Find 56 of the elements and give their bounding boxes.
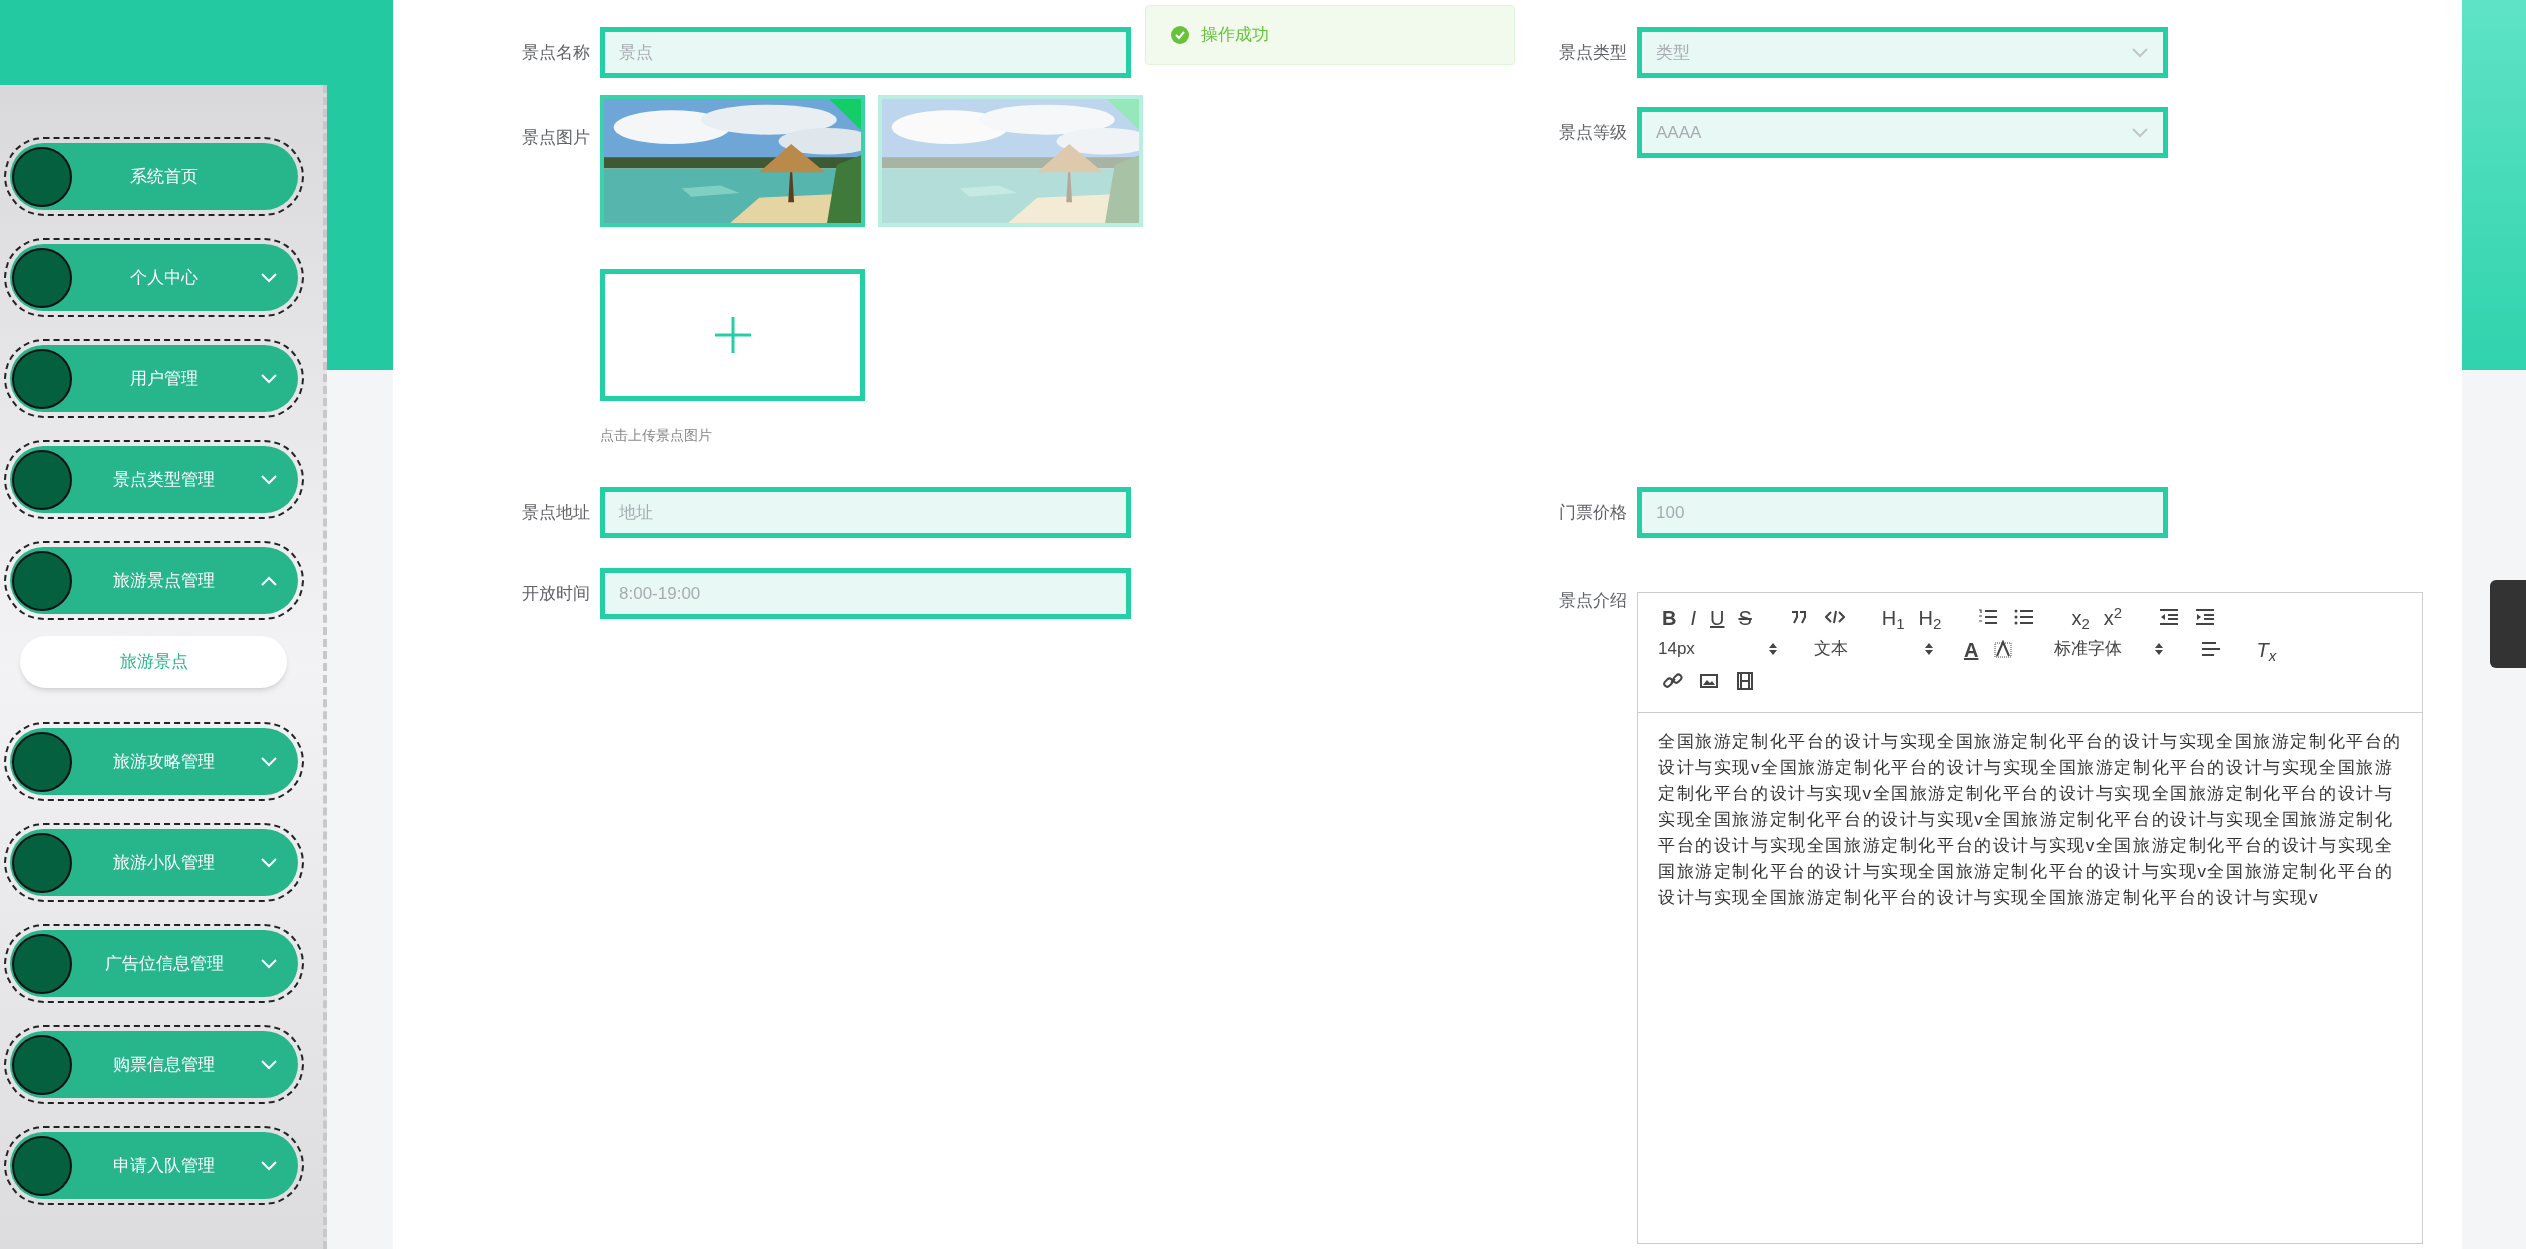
- field-label: 景点等级: [1558, 121, 1628, 144]
- menu-label: 旅游景点管理: [112, 569, 216, 592]
- chevron-icon: [2131, 127, 2149, 138]
- font-family-picker[interactable]: 标准字体: [2054, 636, 2123, 662]
- menu-label: 购票信息管理: [112, 1053, 216, 1076]
- heading-picker[interactable]: 文本: [1814, 636, 1848, 662]
- chevron-icon: [260, 857, 278, 868]
- chevron-icon: [260, 1059, 278, 1070]
- heading-one-button[interactable]: H$_{1}$: [1877, 603, 1909, 631]
- heading-two-button[interactable]: H$_{2}$: [1914, 603, 1946, 631]
- field-label: 景点地址: [521, 501, 591, 524]
- updown-icon: [1768, 642, 1778, 656]
- menu-label: 用户管理: [129, 367, 199, 390]
- bold-button[interactable]: B: [1658, 603, 1681, 631]
- chevron-icon: [260, 373, 278, 384]
- rich-text-editor[interactable]: [1637, 592, 2423, 1244]
- field-label: 景点图片: [521, 127, 591, 149]
- strikethrough-button[interactable]: S: [1734, 603, 1756, 631]
- upload-hint: 点击上传景点图片: [600, 426, 713, 445]
- updown-icon: [2154, 642, 2165, 656]
- menu-label: 景点类型管理: [112, 468, 216, 491]
- italic-button[interactable]: I: [1686, 603, 1700, 631]
- check-circle-icon: [1171, 26, 1189, 44]
- input-field[interactable]: 8:00-19:00: [600, 568, 1131, 619]
- input-field[interactable]: 100: [1637, 487, 2168, 538]
- toast-message: 操作成功: [1201, 24, 1269, 47]
- field-label: 景点类型: [1558, 41, 1628, 64]
- chevron-icon: [260, 1160, 278, 1171]
- clear-format-button[interactable]: T$_{x}$: [2252, 635, 2281, 663]
- input-field[interactable]: 景点: [600, 27, 1131, 78]
- menu-label: 系统首页: [129, 165, 199, 188]
- input-field[interactable]: 地址: [600, 487, 1131, 538]
- updown-icon: [1924, 642, 1934, 656]
- scrollbar-thumb[interactable]: [2490, 580, 2526, 668]
- plus-icon: [714, 317, 751, 353]
- editor-text: 全国旅游定制化平台的设计与实现全国旅游定制化平台的设计与实现全国旅游定制化平台的设计与实现v全国旅游定制化平台的设计与实现全国旅游定制化平台的设计与实现全国旅游定制化平台的设计与实现v全国旅游定制化平台的设计与实现全国旅游定制化平台的设计与实现全国旅游定制化平台的设计与实现v全国旅游定制化平台的设计与实现全国旅游定制化平台的设计与实现全国旅游定制化平台的设计与实现v全国旅游定制化平台的设计与实现全国旅游定制化平台的设计与实现全国旅游定制化平台的设计与实现v全国旅游定制化平台的设计与实现全国旅游定制化平台的设计与实现全国旅游定制化平台的设计与实现v: [1657, 731, 2403, 909]
- underline-button[interactable]: U: [1706, 603, 1729, 631]
- subscript-button[interactable]: x$_{2}$: [2067, 603, 2094, 631]
- menu-label: 申请入队管理: [112, 1154, 216, 1177]
- field-label: 景点介绍: [1558, 590, 1628, 612]
- field-label: 开放时间: [521, 582, 591, 605]
- font-size-picker[interactable]: 14px: [1658, 636, 1695, 662]
- menu-label: 广告位信息管理: [103, 952, 225, 975]
- text-color-button[interactable]: A: [1960, 635, 1983, 663]
- chevron-icon: [260, 474, 278, 485]
- field-label: 景点名称: [521, 41, 591, 64]
- superscript-button[interactable]: x$^{2}$: [2099, 603, 2127, 631]
- chevron-icon: [2131, 47, 2149, 58]
- field-label: 门票价格: [1558, 501, 1628, 524]
- menu-label: 旅游小队管理: [112, 851, 216, 874]
- menu-label: 旅游攻略管理: [112, 750, 216, 773]
- chevron-icon: [260, 756, 278, 767]
- chevron-icon: [260, 958, 278, 969]
- chevron-icon: [260, 575, 278, 586]
- chevron-icon: [260, 272, 278, 283]
- menu-label: 个人中心: [129, 266, 199, 289]
